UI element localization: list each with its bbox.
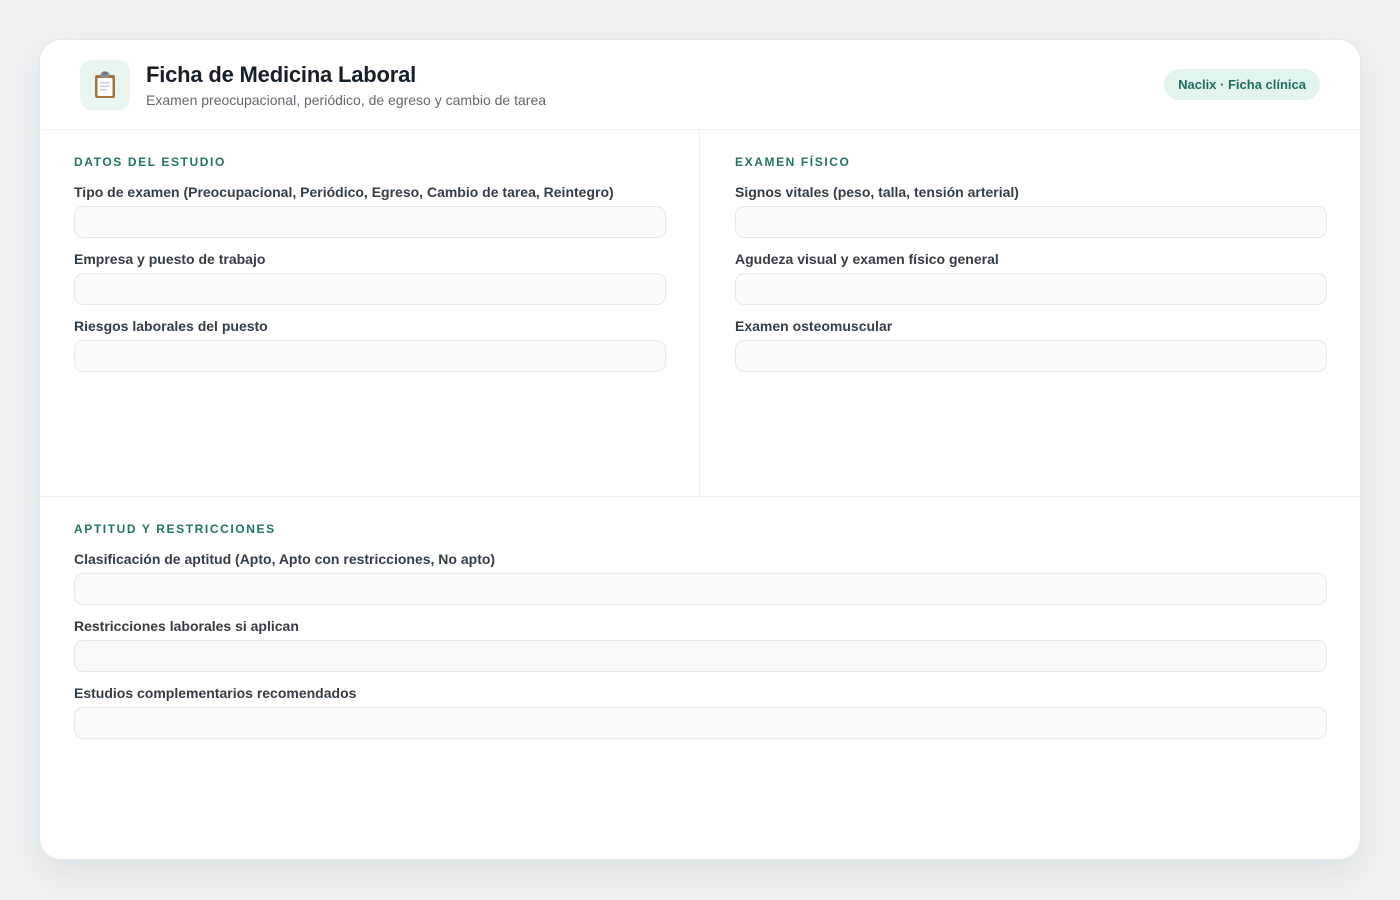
field-label-osteomuscular: Examen osteomuscular [735, 318, 893, 334]
agudeza-visual-input[interactable] [735, 273, 1327, 305]
estudios-complementarios-input[interactable] [74, 707, 1327, 739]
osteomuscular-input[interactable] [735, 340, 1327, 372]
riesgos-input[interactable] [74, 340, 666, 372]
section-datos-estudio: DATOS DEL ESTUDIO Tipo de examen (Preocu… [40, 130, 700, 496]
restricciones-input[interactable] [74, 640, 1327, 672]
tipo-examen-input[interactable] [74, 206, 666, 238]
field-label-restricciones: Restricciones laborales si aplican [74, 618, 299, 634]
field-label-estudios-complementarios: Estudios complementarios recomendados [74, 685, 357, 701]
form-card: Ficha de Medicina Laboral Examen preocup… [39, 39, 1361, 860]
empresa-puesto-input[interactable] [74, 273, 666, 305]
clipboard-icon [80, 60, 130, 110]
page-title: Ficha de Medicina Laboral [146, 62, 417, 87]
field-label-tipo-examen: Tipo de examen (Preocupacional, Periódic… [74, 184, 614, 200]
field-label-empresa-puesto: Empresa y puesto de trabajo [74, 251, 266, 267]
page-subtitle: Examen preocupacional, periódico, de egr… [146, 92, 547, 108]
section-examen-fisico: EXAMEN FÍSICO Signos vitales (peso, tall… [701, 130, 1360, 496]
section-title: APTITUD Y RESTRICCIONES [74, 522, 276, 536]
field-label-agudeza-visual: Agudeza visual y examen físico general [735, 251, 999, 267]
form-header: Ficha de Medicina Laboral Examen preocup… [40, 40, 1360, 130]
signos-vitales-input[interactable] [735, 206, 1327, 238]
section-title: EXAMEN FÍSICO [735, 155, 851, 169]
field-label-clasificacion-aptitud: Clasificación de aptitud (Apto, Apto con… [74, 551, 496, 567]
status-badge: Naclix · Ficha clínica [1164, 69, 1320, 100]
section-title: DATOS DEL ESTUDIO [74, 155, 226, 169]
field-label-riesgos: Riesgos laborales del puesto [74, 318, 268, 334]
field-label-signos-vitales: Signos vitales (peso, talla, tensión art… [735, 184, 1019, 200]
clasificacion-aptitud-input[interactable] [74, 573, 1327, 605]
section-aptitud-restricciones: APTITUD Y RESTRICCIONES Clasificación de… [40, 496, 1360, 859]
